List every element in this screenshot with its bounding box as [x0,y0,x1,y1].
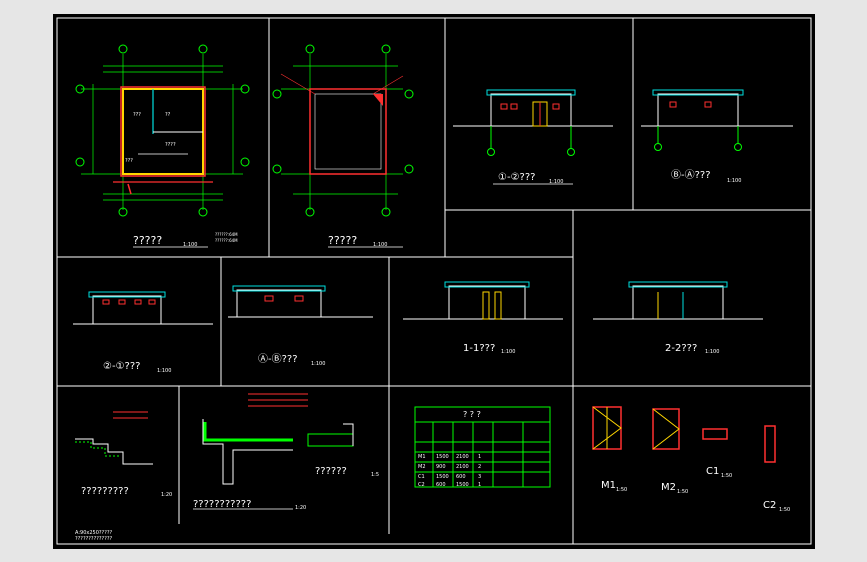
c2-scale: 1:50 [779,507,790,513]
sect-2-scale: 1:100 [705,349,719,355]
c1-scale: 1:50 [721,473,732,479]
table-cell: 1500 [436,474,449,480]
section-2-2: 2-2??? 1:100 [593,281,763,355]
detail3-scale: 1:5 [371,472,379,478]
elev-a-b-title: Ⓐ-Ⓑ??? [258,353,298,365]
detail1-title: ????????? [81,486,129,497]
svg-text:???: ??? [133,112,141,118]
table-cell: M2 [418,464,426,470]
footnote-2: ?????????????? [75,536,112,542]
sect-1-title: 1-1??? [463,343,495,354]
svg-text:???: ??? [125,158,133,164]
detail2-scale: 1:20 [295,505,306,511]
elevation-b-a: Ⓑ-Ⓐ??? 1:100 [641,89,793,184]
sheet-frame [56,17,812,545]
elev-b-a-scale: 1:100 [727,178,741,184]
elevation-1-2: ①-②??? 1:100 [453,89,613,185]
c2-title: C2 [763,500,776,511]
door-window-table: ? ? ? M1 1500 2100 1 M2 900 2100 2 C1 15… [414,406,551,488]
table-cell: 1500 [456,482,469,488]
table-cell: C1 [418,474,425,480]
plan2-title: ????? [328,234,357,247]
plan1-title: ????? [133,234,162,247]
detail2-title: ??????????? [193,499,251,510]
elev-b-a-title: Ⓑ-Ⓐ??? [671,169,711,181]
svg-text:????: ???? [165,142,176,148]
table-title: ? ? ? [463,410,481,419]
m2-scale: 1:50 [677,489,688,495]
roof-plan: ????? 1:100 [272,44,414,248]
detail-2: ??????????? 1:20 [193,393,308,511]
table-cell: 900 [436,464,446,470]
detail1-scale: 1:20 [161,492,172,498]
m1-scale: 1:50 [616,487,627,493]
table-cell: 1 [478,482,481,488]
table-cell: 600 [436,482,446,488]
elevation-a-b: Ⓐ-Ⓑ??? 1:100 [228,285,373,367]
table-cell: 2 [478,464,481,470]
plan1-note2: ??????:64M [215,238,238,243]
table-cell: 600 [456,474,466,480]
table-cell: 3 [478,474,481,480]
svg-text:??: ?? [165,112,171,118]
elevation-2-1: ②-①??? 1:100 [73,291,213,374]
table-cell: 1 [478,454,481,460]
c1-title: C1 [706,466,719,477]
detail-1: ????????? 1:20 [75,411,172,498]
ground-floor-plan: ??? ?? ???? ??? ????? 1:100 ??????:64M ?… [75,44,250,248]
elev-2-1-title: ②-①??? [103,361,140,372]
table-cell: 2100 [456,464,469,470]
cad-drawing: ??? ?? ???? ??? ????? 1:100 ??????:64M ?… [56,17,812,545]
plan1-note: ??????:64M [215,232,238,237]
sect-2-title: 2-2??? [665,343,697,354]
table-cell: 2100 [456,454,469,460]
table-cell: M1 [418,454,426,460]
door-window-details: M1 1:50 M2 1:50 C1 1:50 C2 1:50 [592,406,790,513]
detail-3: ?????? 1:5 [307,423,379,478]
elev-2-1-scale: 1:100 [157,368,171,374]
sect-1-scale: 1:100 [501,349,515,355]
elev-1-2-title: ①-②??? [498,172,535,183]
table-cell: 1500 [436,454,449,460]
section-1-1: 1-1??? 1:100 [403,281,563,355]
detail3-title: ?????? [315,466,347,477]
cad-drawing-sheet: ??? ?? ???? ??? ????? 1:100 ??????:64M ?… [53,14,815,549]
table-cell: C2 [418,482,425,488]
m1-title: M1 [601,480,616,491]
m2-title: M2 [661,482,676,493]
elev-a-b-scale: 1:100 [311,361,325,367]
